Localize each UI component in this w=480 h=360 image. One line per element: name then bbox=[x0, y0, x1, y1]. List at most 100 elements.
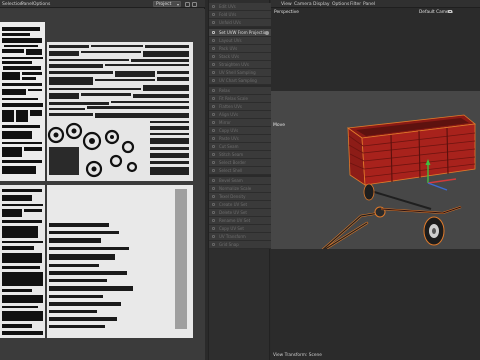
uv-island bbox=[150, 167, 189, 175]
uv-tile-4 bbox=[47, 185, 193, 338]
uv-island bbox=[145, 45, 189, 48]
uv-island bbox=[24, 147, 42, 151]
tool-icon bbox=[212, 63, 215, 66]
uv-island bbox=[2, 27, 40, 31]
grid-icon[interactable] bbox=[185, 1, 190, 7]
uv-island bbox=[49, 45, 89, 48]
uv-island bbox=[87, 106, 189, 109]
uv-island bbox=[2, 289, 32, 292]
settings-icon[interactable] bbox=[265, 30, 269, 35]
uv-island bbox=[22, 77, 36, 80]
viewport-menubar: View Camera Display Options Filter Panel bbox=[271, 0, 480, 8]
uv-island bbox=[2, 142, 42, 144]
menu-camera[interactable]: Camera bbox=[294, 2, 312, 7]
checker-icon[interactable] bbox=[192, 1, 197, 7]
uv-wheel-hub bbox=[91, 166, 97, 172]
menu-options[interactable]: Options bbox=[332, 2, 349, 7]
tool-uv-shell-sampling[interactable]: UV Shell Sampling bbox=[209, 69, 271, 77]
tool-align-uvs[interactable]: Align UVs bbox=[209, 111, 271, 119]
uv-island bbox=[49, 254, 115, 260]
tool-cut-seam[interactable]: Cut Seam bbox=[209, 143, 271, 151]
uv-island bbox=[95, 113, 189, 118]
tool-icon bbox=[212, 137, 215, 140]
tool-create-uv-set[interactable]: Create UV Set bbox=[209, 201, 271, 209]
tool-delete-uv-set[interactable]: Delete UV Set bbox=[209, 209, 271, 217]
tool-unfold-uvs[interactable]: Unfold UVs bbox=[209, 19, 271, 27]
tool-stack-uvs[interactable]: Stack UVs bbox=[209, 53, 271, 61]
tool-uv-transform[interactable]: UV Transform bbox=[209, 233, 271, 241]
tool-select-border[interactable]: Select Border bbox=[209, 159, 271, 167]
uv-island bbox=[24, 209, 42, 212]
menu-view[interactable]: View bbox=[281, 2, 292, 7]
tool-label: Set UVW From Projection bbox=[219, 30, 269, 35]
trailer-model[interactable] bbox=[271, 91, 480, 249]
tool-label: Rename UV Set bbox=[219, 218, 251, 223]
rear-wheel-left bbox=[363, 183, 375, 201]
menu-panel[interactable]: Panel bbox=[21, 2, 33, 7]
tool-label: Select Shell bbox=[219, 168, 243, 173]
tool-label: Delete UV Set bbox=[219, 210, 247, 215]
menu-selection[interactable]: Selection bbox=[2, 2, 23, 7]
camera-icon[interactable] bbox=[448, 10, 452, 13]
uv-island bbox=[49, 102, 109, 105]
tool-icon bbox=[212, 21, 215, 24]
tool-set-uvw-from-projection[interactable]: Set UVW From Projection bbox=[209, 29, 271, 37]
tool-uv-chart-sampling[interactable]: UV Chart Sampling bbox=[209, 77, 271, 85]
uv-island bbox=[2, 272, 43, 286]
tool-label: Flatten UVs bbox=[219, 104, 243, 109]
tool-layout-uvs[interactable]: Layout UVs bbox=[209, 37, 271, 45]
tool-flatten-uvs[interactable]: Flatten UVs bbox=[209, 103, 271, 111]
uv-island bbox=[2, 195, 32, 201]
uv-island bbox=[49, 93, 79, 99]
tool-copy-uv-set[interactable]: Copy UV Set bbox=[209, 225, 271, 233]
tool-relax[interactable]: Relax bbox=[209, 87, 271, 95]
tool-label: Copy UV Set bbox=[219, 226, 244, 231]
tool-icon bbox=[212, 47, 215, 50]
menu-options[interactable]: Options bbox=[33, 2, 50, 7]
uv-island bbox=[2, 306, 38, 308]
tool-label: Straighten UVs bbox=[219, 62, 249, 67]
uv-wheel-hub bbox=[71, 128, 77, 134]
tool-stitch-seam[interactable]: Stitch Seam bbox=[209, 151, 271, 159]
tool-select-shell[interactable]: Select Shell bbox=[209, 167, 271, 175]
tool-pack-uvs[interactable]: Pack UVs bbox=[209, 45, 271, 53]
tool-label: Stitch Seam bbox=[219, 152, 244, 157]
viewport-name: Perspective bbox=[274, 9, 299, 15]
tool-icon bbox=[212, 105, 215, 108]
uv-island bbox=[133, 94, 189, 98]
tool-fit-relax-scale[interactable]: Fit Relax Scale bbox=[209, 95, 271, 103]
uv-island bbox=[105, 64, 189, 66]
uv-island bbox=[2, 241, 43, 243]
tool-icon bbox=[212, 145, 215, 148]
tool-texel-density[interactable]: Texel Density bbox=[209, 193, 271, 201]
tool-grid-snap[interactable]: Grid Snap bbox=[209, 241, 271, 249]
menu-display[interactable]: Display bbox=[313, 2, 330, 7]
uv-island bbox=[2, 147, 22, 157]
uv-canvas[interactable] bbox=[0, 9, 205, 360]
uv-island bbox=[2, 33, 30, 36]
tool-copy-uvs[interactable]: Copy UVs bbox=[209, 127, 271, 135]
tool-icon bbox=[212, 71, 215, 74]
tool-fold-uvs[interactable]: Fold UVs bbox=[209, 11, 271, 19]
uv-island bbox=[2, 204, 43, 206]
uv-island bbox=[49, 71, 113, 74]
uv-island bbox=[81, 51, 141, 53]
tool-straighten-uvs[interactable]: Straighten UVs bbox=[209, 61, 271, 69]
uv-island bbox=[2, 57, 43, 59]
tool-icon bbox=[212, 153, 215, 156]
tool-bevel-seam[interactable]: Bevel Seam bbox=[209, 177, 271, 185]
uv-set-dropdown[interactable]: Project bbox=[153, 1, 181, 7]
tool-paste-uvs[interactable]: Paste UVs bbox=[209, 135, 271, 143]
tool-normalize-scale[interactable]: Normalize Scale bbox=[209, 185, 271, 193]
menu-filter[interactable]: Filter bbox=[350, 2, 361, 7]
uv-island bbox=[157, 71, 189, 74]
menu-panel[interactable]: Panel bbox=[363, 2, 375, 7]
uv-island bbox=[175, 189, 187, 329]
uv-island bbox=[49, 325, 105, 328]
tool-edit-uvs[interactable]: Edit UVs bbox=[209, 3, 271, 11]
tool-rename-uv-set[interactable]: Rename UV Set bbox=[209, 217, 271, 225]
tool-mirror[interactable]: Mirror bbox=[209, 119, 271, 127]
uv-island bbox=[2, 110, 14, 122]
uv-island bbox=[2, 209, 22, 217]
uv-island bbox=[150, 126, 189, 130]
